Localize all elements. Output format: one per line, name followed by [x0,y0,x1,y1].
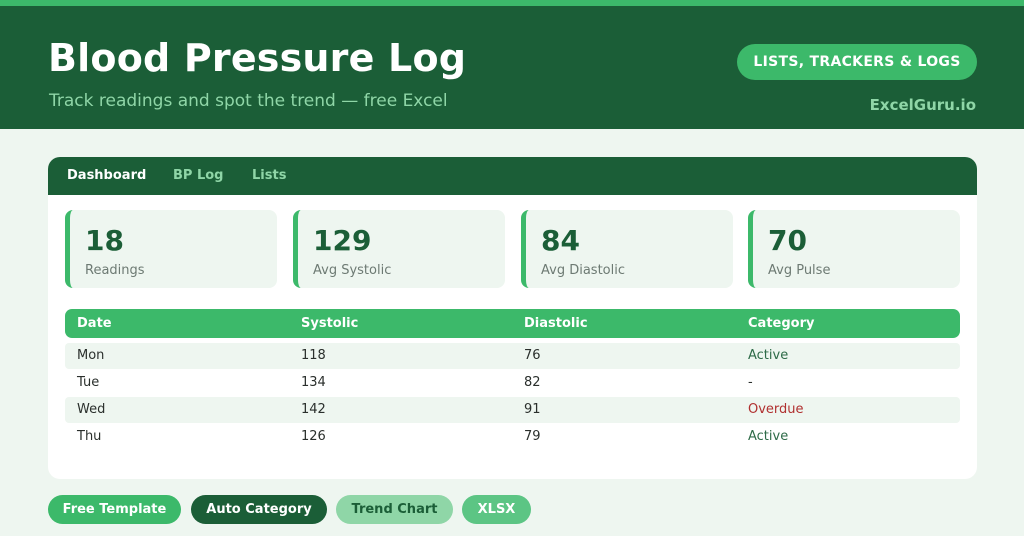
brand-link[interactable]: ExcelGuru.io [870,96,976,114]
tab-bar: Dashboard BP Log Lists [48,157,977,195]
tab-dashboard[interactable]: Dashboard [67,168,146,183]
cell-diastolic: 79 [524,429,541,444]
page-header: Blood Pressure Log Track readings and sp… [0,6,1024,129]
tag-auto-category[interactable]: Auto Category [191,495,327,524]
cell-systolic: 126 [301,429,326,444]
cell-date: Thu [77,429,102,444]
tag-free-template[interactable]: Free Template [48,495,181,524]
cell-systolic: 134 [301,375,326,390]
kpi-card-avg-systolic: 129 Avg Systolic [293,210,505,288]
column-header-systolic[interactable]: Systolic [301,316,358,331]
kpi-card-readings: 18 Readings [65,210,277,288]
tag-trend-chart[interactable]: Trend Chart [336,495,453,524]
column-header-date[interactable]: Date [77,316,112,331]
kpi-value: 84 [541,224,580,257]
kpi-card-avg-pulse: 70 Avg Pulse [748,210,960,288]
table-row[interactable]: Wed 142 91 Overdue [65,397,960,423]
tab-lists[interactable]: Lists [252,168,286,183]
column-header-category[interactable]: Category [748,316,814,331]
kpi-label: Avg Systolic [313,263,392,278]
tab-bp-log[interactable]: BP Log [173,168,223,183]
kpi-value: 70 [768,224,807,257]
kpi-label: Readings [85,263,145,278]
kpi-card-avg-diastolic: 84 Avg Diastolic [521,210,733,288]
table-header: Date Systolic Diastolic Category [65,309,960,338]
cell-diastolic: 91 [524,402,541,417]
cell-systolic: 118 [301,348,326,363]
kpi-label: Avg Pulse [768,263,831,278]
cell-diastolic: 76 [524,348,541,363]
cell-category: Active [748,429,789,444]
cell-category: - [748,375,753,390]
cell-date: Tue [77,375,100,390]
cell-category: Active [748,348,789,363]
column-header-diastolic[interactable]: Diastolic [524,316,588,331]
kpi-value: 18 [85,224,124,257]
table-row[interactable]: Mon 118 76 Active [65,343,960,369]
tag-xlsx[interactable]: XLSX [462,495,531,524]
cell-systolic: 142 [301,402,326,417]
kpi-label: Avg Diastolic [541,263,625,278]
cell-date: Mon [77,348,105,363]
kpi-value: 129 [313,224,372,257]
cell-date: Wed [77,402,106,417]
cell-category: Overdue [748,402,804,417]
table-row[interactable]: Thu 126 79 Active [65,424,960,450]
table-row[interactable]: Tue 134 82 - [65,370,960,396]
dashboard-card: Dashboard BP Log Lists 18 Readings 129 A… [48,157,977,479]
page-title: Blood Pressure Log [48,36,467,80]
cell-diastolic: 82 [524,375,541,390]
page-subtitle: Track readings and spot the trend — free… [49,91,448,111]
category-pill-button[interactable]: LISTS, TRACKERS & LOGS [737,44,977,80]
